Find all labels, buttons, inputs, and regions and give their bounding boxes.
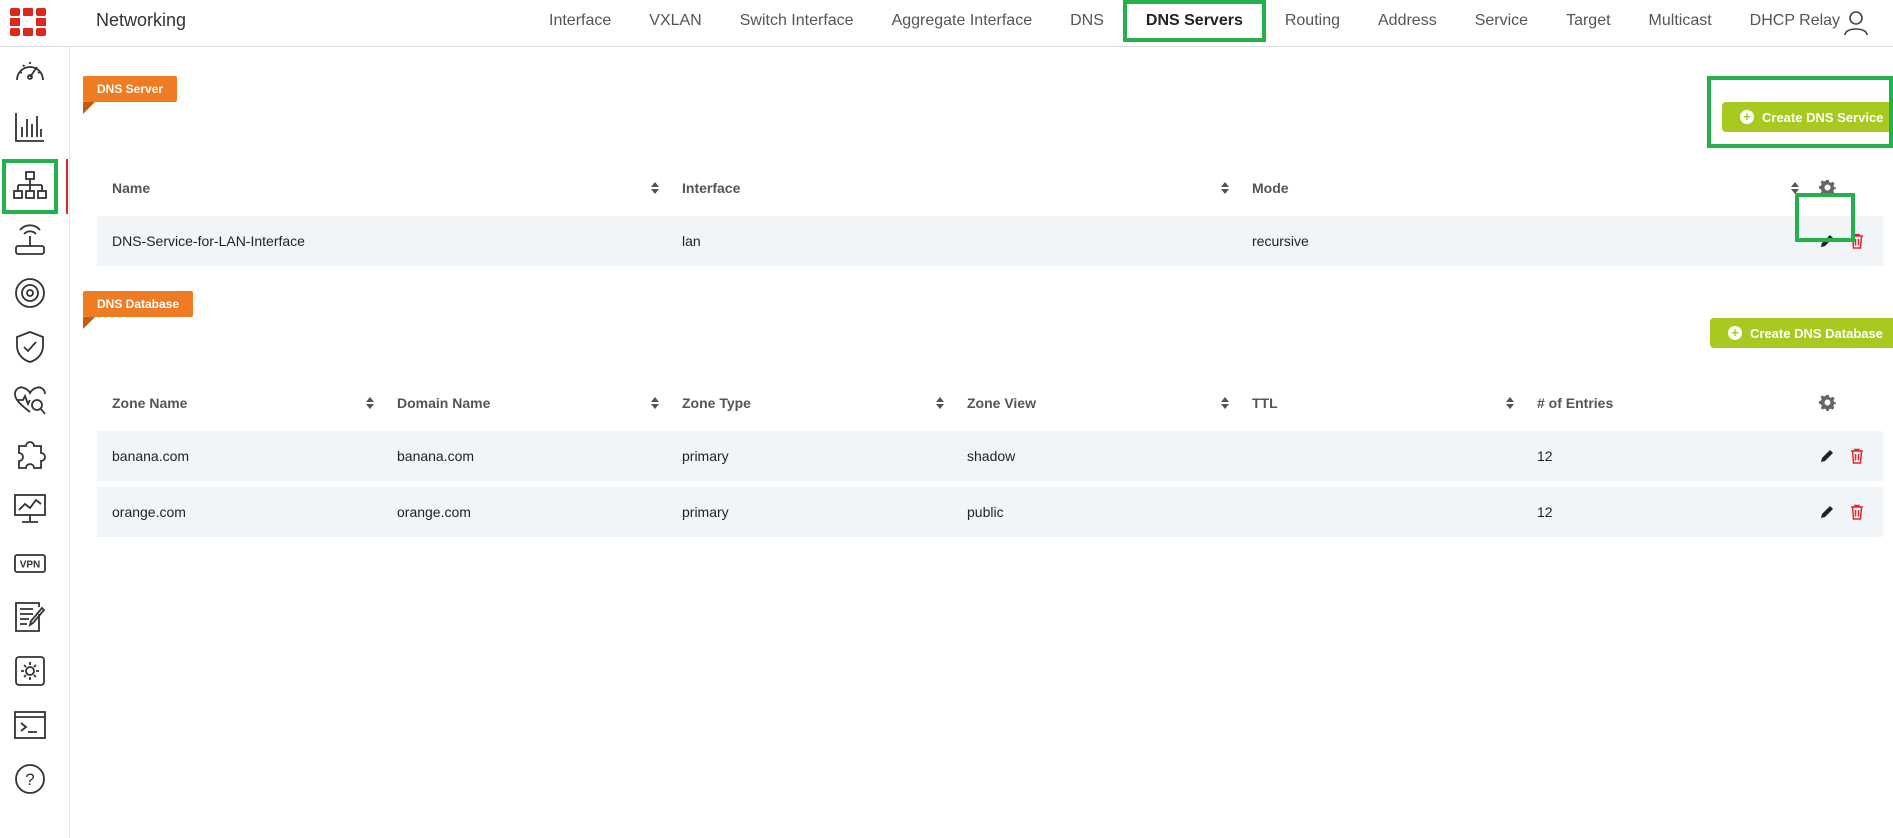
edit-pencil-icon[interactable] — [1819, 233, 1835, 249]
cell-zone-view: public — [967, 504, 1004, 520]
sort-icon[interactable] — [1220, 396, 1230, 410]
dns-server-table: Name Interface Mode DNS-Service-for-LAN-… — [97, 166, 1883, 266]
tab-routing[interactable]: Routing — [1266, 0, 1359, 42]
cell-zone-view: shadow — [967, 448, 1016, 464]
column-header-zone-type[interactable]: Zone Type — [682, 381, 751, 425]
fortinet-logo-icon[interactable] — [10, 8, 46, 36]
tab-address[interactable]: Address — [1359, 0, 1456, 42]
puzzle-icon[interactable] — [10, 435, 50, 475]
edit-pencil-icon[interactable] — [1819, 504, 1835, 520]
main-content: DNS Server + Create DNS Service Name Int… — [70, 47, 1893, 838]
tab-dns[interactable]: DNS — [1051, 0, 1123, 42]
plus-circle-icon: + — [1740, 110, 1754, 124]
cell-domain-name: banana.com — [397, 448, 475, 464]
vpn-icon[interactable]: VPN — [10, 543, 50, 583]
tab-switch-interface[interactable]: Switch Interface — [721, 0, 873, 42]
dns-server-section-tag: DNS Server — [83, 76, 178, 102]
tab-aggregate-interface[interactable]: Aggregate Interface — [873, 0, 1052, 42]
edit-pencil-icon[interactable] — [1819, 448, 1835, 464]
column-header-zone-view[interactable]: Zone View — [967, 381, 1036, 425]
top-bar: Networking Interface VXLAN Switch Interf… — [0, 0, 1893, 47]
sidebar: VPN ? — [0, 47, 70, 838]
column-header-interface[interactable]: Interface — [682, 166, 740, 210]
delete-trash-icon[interactable] — [1849, 233, 1865, 249]
top-nav: Interface VXLAN Switch Interface Aggrega… — [530, 0, 1859, 47]
column-header-entries[interactable]: # of Entries — [1537, 381, 1613, 425]
health-heart-search-icon[interactable] — [10, 381, 50, 421]
tab-dns-servers[interactable]: DNS Servers — [1122, 0, 1266, 42]
tab-service[interactable]: Service — [1456, 0, 1547, 42]
tab-interface[interactable]: Interface — [530, 0, 630, 42]
log-edit-icon[interactable] — [10, 597, 50, 637]
settings-gear-icon[interactable] — [10, 651, 50, 691]
table-row[interactable]: DNS-Service-for-LAN-Interface lan recurs… — [97, 216, 1883, 266]
help-icon[interactable]: ? — [10, 759, 50, 799]
cell-zone-type: primary — [682, 504, 729, 520]
create-dns-service-button[interactable]: + Create DNS Service — [1722, 102, 1893, 132]
plus-circle-icon: + — [1728, 326, 1742, 340]
column-header-zone-name[interactable]: Zone Name — [112, 381, 187, 425]
dns-database-table: Zone Name Domain Name Zone Type Zone Vie… — [97, 381, 1883, 537]
app-title: Networking — [96, 10, 187, 30]
sort-icon[interactable] — [650, 181, 660, 195]
shield-check-icon[interactable] — [10, 327, 50, 367]
dns-database-section-tag: DNS Database — [83, 291, 194, 317]
wireless-router-icon[interactable] — [10, 219, 50, 259]
monitor-chart-icon[interactable] — [10, 489, 50, 529]
active-section-marker — [66, 159, 68, 214]
user-profile-icon[interactable] — [1843, 10, 1869, 36]
sort-icon[interactable] — [1220, 181, 1230, 195]
tab-vxlan[interactable]: VXLAN — [630, 0, 720, 42]
cell-entries: 12 — [1537, 448, 1553, 464]
delete-trash-icon[interactable] — [1849, 504, 1865, 520]
column-settings-gear-icon[interactable] — [1819, 394, 1836, 411]
create-dns-service-label: Create DNS Service — [1762, 109, 1884, 125]
cell-zone-type: primary — [682, 448, 729, 464]
table-row[interactable]: banana.com banana.com primary shadow 12 — [97, 431, 1883, 481]
column-header-domain-name[interactable]: Domain Name — [397, 381, 490, 425]
column-header-name[interactable]: Name — [112, 166, 150, 210]
tab-target[interactable]: Target — [1547, 0, 1629, 42]
cell-domain-name: orange.com — [397, 504, 471, 520]
table-header: Zone Name Domain Name Zone Type Zone Vie… — [97, 381, 1883, 425]
column-header-ttl[interactable]: TTL — [1252, 381, 1278, 425]
network-topology-icon[interactable] — [2, 159, 58, 214]
table-row[interactable]: orange.com orange.com primary public 12 — [97, 487, 1883, 537]
signal-broadcast-icon[interactable] — [10, 273, 50, 313]
dashboard-gauge-icon[interactable] — [10, 53, 50, 93]
svg-text:VPN: VPN — [20, 560, 41, 571]
cell-name: DNS-Service-for-LAN-Interface — [112, 233, 305, 249]
tab-dhcp-relay[interactable]: DHCP Relay — [1731, 0, 1859, 42]
create-dns-database-label: Create DNS Database — [1750, 325, 1883, 341]
column-settings-gear-icon[interactable] — [1819, 179, 1836, 196]
tab-multicast[interactable]: Multicast — [1630, 0, 1731, 42]
sort-icon[interactable] — [1505, 396, 1515, 410]
create-dns-database-button[interactable]: + Create DNS Database — [1710, 318, 1893, 348]
cell-mode: recursive — [1252, 233, 1309, 249]
delete-trash-icon[interactable] — [1849, 448, 1865, 464]
sort-icon[interactable] — [365, 396, 375, 410]
sort-icon[interactable] — [650, 396, 660, 410]
cell-zone-name: banana.com — [112, 448, 190, 464]
terminal-icon[interactable] — [10, 705, 50, 745]
sort-icon[interactable] — [935, 396, 945, 410]
cell-entries: 12 — [1537, 504, 1553, 520]
bar-chart-icon[interactable] — [10, 107, 50, 147]
svg-text:?: ? — [25, 770, 34, 789]
table-header: Name Interface Mode — [97, 166, 1883, 210]
cell-zone-name: orange.com — [112, 504, 186, 520]
column-header-mode[interactable]: Mode — [1252, 166, 1289, 210]
sort-icon[interactable] — [1790, 181, 1800, 195]
cell-interface: lan — [682, 233, 701, 249]
